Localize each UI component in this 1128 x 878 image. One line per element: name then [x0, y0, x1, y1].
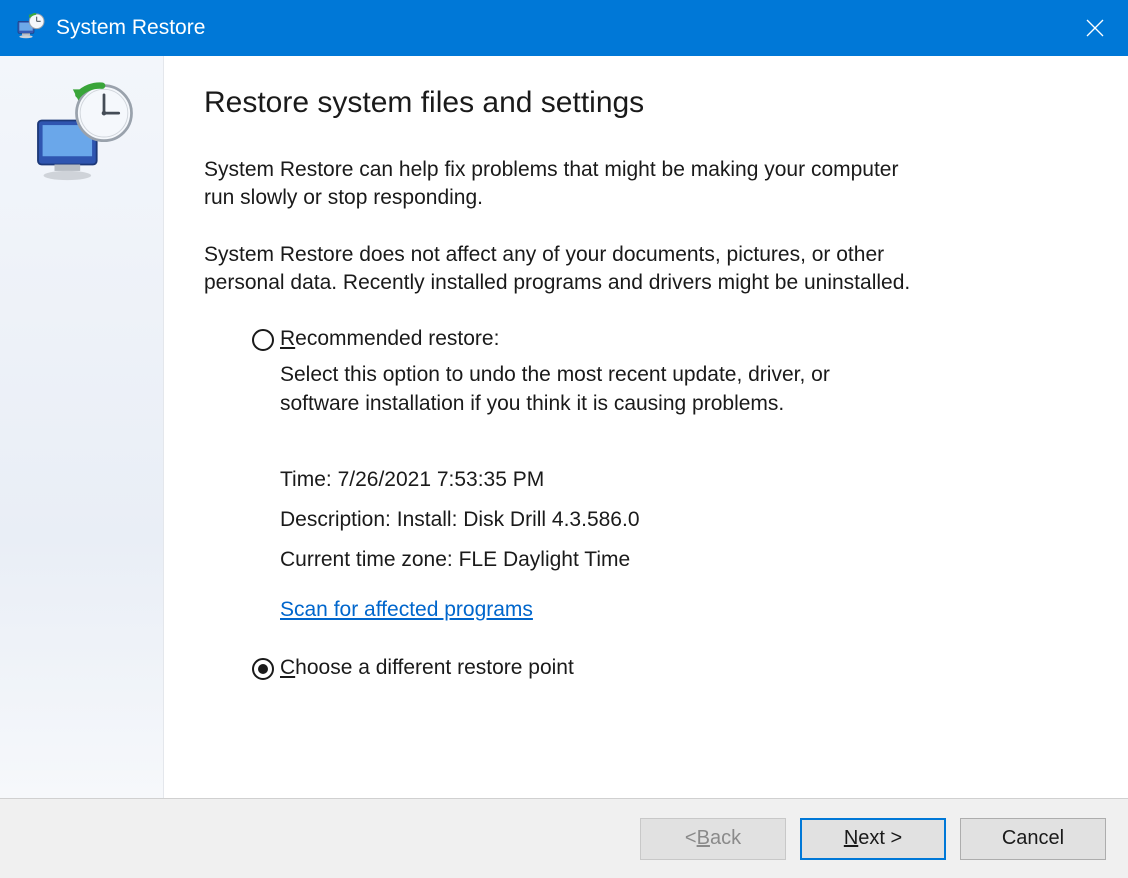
detail-timezone: Current time zone: FLE Daylight Time	[280, 540, 1068, 580]
wizard-footer: < Back Next > Cancel	[0, 798, 1128, 878]
back-button: < Back	[640, 818, 786, 860]
recommended-description: Select this option to undo the most rece…	[280, 361, 880, 418]
detail-time: Time: 7/26/2021 7:53:35 PM	[280, 460, 1068, 500]
radio-recommended-text: ecommended restore:	[295, 327, 499, 350]
next-button[interactable]: Next >	[800, 818, 946, 860]
radio-different-label[interactable]: Choose a different restore point	[280, 656, 574, 680]
page-heading: Restore system files and settings	[204, 86, 1068, 120]
cancel-button[interactable]: Cancel	[960, 818, 1106, 860]
scan-affected-programs-link[interactable]: Scan for affected programs	[280, 598, 533, 621]
intro-paragraph-2: System Restore does not affect any of yo…	[204, 241, 924, 298]
radio-different-text: hoose a different restore point	[295, 656, 574, 679]
radio-recommended-label[interactable]: Recommended restore:	[280, 327, 499, 351]
detail-description: Description: Install: Disk Drill 4.3.586…	[280, 500, 1068, 540]
system-restore-hero-icon	[27, 82, 137, 192]
titlebar: System Restore	[0, 0, 1128, 56]
intro-paragraph-1: System Restore can help fix problems tha…	[204, 156, 924, 213]
close-button[interactable]	[1072, 0, 1118, 56]
window-title: System Restore	[56, 16, 1072, 40]
restore-point-details: Time: 7/26/2021 7:53:35 PM Description: …	[280, 460, 1068, 580]
wizard-sidebar	[0, 56, 164, 798]
radio-recommended[interactable]	[252, 329, 274, 351]
restore-options: Recommended restore: Select this option …	[252, 327, 1068, 679]
system-restore-app-icon	[14, 12, 46, 44]
wizard-main: Restore system files and settings System…	[164, 56, 1128, 798]
radio-different[interactable]	[252, 658, 274, 680]
close-icon	[1086, 19, 1104, 37]
